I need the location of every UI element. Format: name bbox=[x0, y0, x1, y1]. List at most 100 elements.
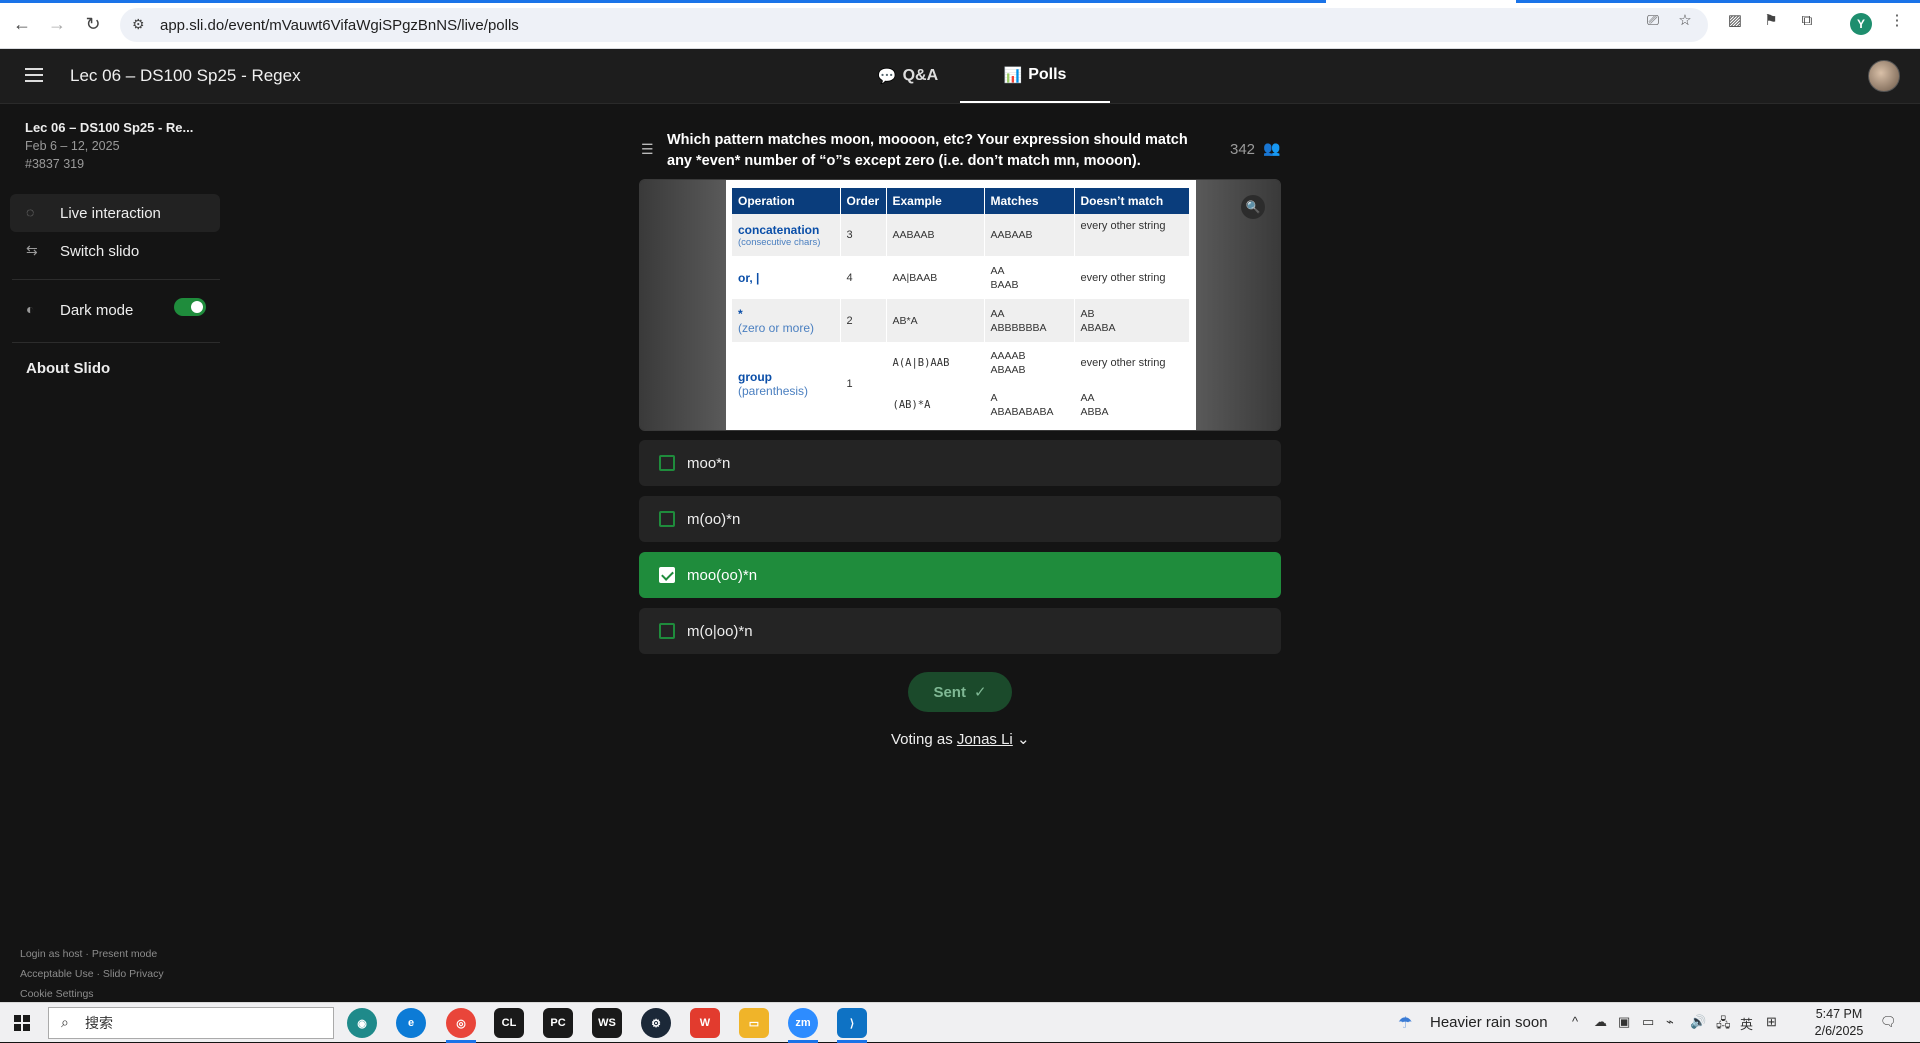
checkbox-checked[interactable] bbox=[659, 567, 675, 583]
edge-browser-icon[interactable]: e bbox=[396, 1008, 426, 1038]
voter-count: 342 bbox=[1230, 141, 1256, 158]
about-slido-link[interactable]: About Slido bbox=[26, 360, 110, 377]
system-clock[interactable]: 5:47 PM 2/6/2025 bbox=[1804, 1006, 1874, 1040]
sidebar-item-live-interaction[interactable]: ◌ Live interaction bbox=[10, 194, 220, 232]
table-row: concatenation (consecutive chars) 3 AABAA… bbox=[732, 214, 1190, 256]
wps-icon[interactable]: W bbox=[690, 1008, 720, 1038]
user-avatar[interactable] bbox=[1868, 60, 1900, 92]
profile-avatar[interactable]: Y bbox=[1850, 13, 1872, 35]
footer-line-1: Login as host · Present mode bbox=[20, 948, 158, 960]
question-image[interactable]: Operation Order Example Matches Doesn’t … bbox=[639, 179, 1281, 431]
flag-extension-icon[interactable]: ⚑ bbox=[1760, 9, 1782, 31]
tray-chevron-icon[interactable]: ^ bbox=[1572, 1014, 1578, 1029]
bookmark-star-icon[interactable]: ☆ bbox=[1674, 9, 1696, 31]
table-row: group (parenthesis) 1 A(A|B)AAB AAAAB ABAA… bbox=[732, 342, 1190, 426]
app-header: Lec 06 – DS100 Sp25 - Regex 💬 Q&A 📊 Poll… bbox=[0, 49, 1920, 104]
onedrive-icon[interactable]: ☁ bbox=[1594, 1014, 1607, 1030]
dark-mode-toggle[interactable] bbox=[174, 298, 206, 316]
image-backdrop-right bbox=[1194, 180, 1280, 430]
file-explorer-icon[interactable]: ▭ bbox=[739, 1008, 769, 1038]
volume-icon[interactable]: 🔊 bbox=[1690, 1014, 1706, 1030]
extension-icon[interactable]: ▨ bbox=[1724, 9, 1746, 31]
poll-list-icon[interactable]: ☰ bbox=[641, 141, 655, 157]
zoom-magnifier-icon[interactable]: 🔍 bbox=[1241, 195, 1265, 219]
people-icon: 👥 bbox=[1263, 140, 1281, 156]
weather-text[interactable]: Heavier rain soon bbox=[1430, 1014, 1548, 1031]
regex-operations-table: Operation Order Example Matches Doesn’t … bbox=[726, 180, 1196, 430]
checkbox[interactable] bbox=[659, 623, 675, 639]
app-icon-1[interactable]: ◉ bbox=[347, 1008, 377, 1038]
steam-icon[interactable]: ⚙ bbox=[641, 1008, 671, 1038]
windows-start-icon[interactable] bbox=[14, 1015, 30, 1031]
checkmark-icon: ✓ bbox=[973, 684, 987, 701]
battery-icon[interactable]: ▭ bbox=[1642, 1014, 1654, 1030]
dark-mode-icon: ◐ bbox=[26, 301, 35, 317]
login-host-link[interactable]: Login as host bbox=[20, 948, 82, 960]
voting-as[interactable]: Voting as Jonas Li ⌄ bbox=[891, 730, 1030, 748]
loading-bar bbox=[0, 0, 1326, 3]
windows-taskbar: ⌕ 搜索 ◉ e ◎ CL PC WS ⚙ W ▭ zm ⟩ ☂ Heavier… bbox=[0, 1002, 1920, 1043]
divider bbox=[12, 342, 220, 343]
menu-dots-icon[interactable]: ⋮ bbox=[1886, 9, 1908, 31]
sidebar: Lec 06 – DS100 Sp25 - Re... Feb 6 – 12, … bbox=[0, 104, 222, 1002]
acceptable-use-link[interactable]: Acceptable Use bbox=[20, 968, 94, 980]
speech-bubbles-icon: ◌ bbox=[26, 204, 35, 220]
browser-toolbar: ← → ↻ ⚙ app.sli.do/event/mVauwt6VifaWgiS… bbox=[0, 0, 1920, 49]
column-header: Operation bbox=[732, 188, 841, 214]
privacy-link[interactable]: Slido Privacy bbox=[103, 968, 164, 980]
event-title: Lec 06 – DS100 Sp25 - Regex bbox=[70, 66, 301, 85]
swap-arrows-icon: ⇆ bbox=[26, 242, 38, 258]
hamburger-menu-icon[interactable] bbox=[25, 68, 43, 82]
reload-icon[interactable]: ↻ bbox=[81, 12, 105, 36]
sent-button[interactable]: Sent ✓ bbox=[908, 672, 1012, 712]
webstorm-icon[interactable]: WS bbox=[592, 1008, 622, 1038]
checkbox[interactable] bbox=[659, 511, 675, 527]
tab-qa[interactable]: 💬 Q&A bbox=[848, 49, 968, 103]
table-row: or, | 4 AA|BAAB AA BAAB every other strin… bbox=[732, 256, 1190, 299]
sidebar-event-name: Lec 06 – DS100 Sp25 - Re... bbox=[25, 120, 194, 135]
sidebar-item-dark-mode[interactable]: ◐ Dark mode bbox=[10, 291, 220, 329]
clion-icon[interactable]: CL bbox=[494, 1008, 524, 1038]
install-app-icon[interactable]: ⎚ bbox=[1642, 9, 1664, 31]
table-row: * (zero or more) 2 AB*A AA ABBBBBBA AB ABAB… bbox=[732, 299, 1190, 342]
image-backdrop-left bbox=[640, 180, 726, 430]
checkbox[interactable] bbox=[659, 455, 675, 471]
chrome-icon[interactable]: ◎ bbox=[446, 1008, 476, 1038]
tray-app-icon[interactable]: ▣ bbox=[1618, 1014, 1630, 1030]
event-dates: Feb 6 – 12, 2025 bbox=[25, 139, 120, 153]
column-header: Example bbox=[886, 188, 985, 214]
table-header-row: Operation Order Example Matches Doesn’t … bbox=[732, 188, 1190, 214]
bar-chart-icon: 📊 bbox=[1003, 67, 1023, 84]
speech-bubble-icon: 💬 bbox=[877, 68, 897, 85]
cookie-settings-link[interactable]: Cookie Settings bbox=[20, 988, 94, 1000]
search-icon: ⌕ bbox=[61, 1014, 69, 1030]
weather-rain-icon: ☂ bbox=[1398, 1015, 1413, 1032]
poll-question: Which pattern matches moon, moooon, etc?… bbox=[667, 132, 1188, 169]
notifications-icon[interactable]: 🗨 bbox=[1880, 1014, 1897, 1030]
poll-option-2[interactable]: m(oo)*n bbox=[639, 496, 1281, 542]
pycharm-icon[interactable]: PC bbox=[543, 1008, 573, 1038]
back-arrow-icon[interactable]: ← bbox=[10, 12, 34, 36]
voter-name[interactable]: Jonas Li bbox=[957, 731, 1013, 748]
column-header: Doesn’t match bbox=[1074, 188, 1190, 214]
taskbar-search[interactable]: ⌕ 搜索 bbox=[48, 1007, 334, 1039]
poll-option-3[interactable]: moo(oo)*n bbox=[639, 552, 1281, 598]
site-settings-icon[interactable]: ⚙ bbox=[132, 16, 145, 33]
present-mode-link[interactable]: Present mode bbox=[92, 948, 157, 960]
url-text: app.sli.do/event/mVauwt6VifaWgiSPgzBnNS/… bbox=[160, 16, 519, 34]
forward-arrow-icon[interactable]: → bbox=[45, 12, 69, 36]
poll-option-4[interactable]: m(o|oo)*n bbox=[639, 608, 1281, 654]
extensions-puzzle-icon[interactable]: ⧉ bbox=[1796, 9, 1818, 31]
ime-indicator[interactable]: 英 bbox=[1740, 1014, 1753, 1033]
network-icon[interactable]: 🖧 bbox=[1716, 1014, 1731, 1036]
tab-polls[interactable]: 📊 Polls bbox=[960, 49, 1110, 103]
poll-option-1[interactable]: moo*n bbox=[639, 440, 1281, 486]
zoom-icon[interactable]: zm bbox=[788, 1008, 818, 1038]
sidebar-item-switch-slido[interactable]: ⇆ Switch slido bbox=[10, 232, 220, 270]
vscode-icon[interactable]: ⟩ bbox=[837, 1008, 867, 1038]
address-bar[interactable]: ⚙ app.sli.do/event/mVauwt6VifaWgiSPgzBnN… bbox=[120, 8, 1708, 42]
footer-line-2: Acceptable Use · Slido Privacy bbox=[20, 968, 164, 980]
keyboard-layout-icon[interactable]: ⊞ bbox=[1766, 1014, 1777, 1030]
usb-icon[interactable]: ⌁ bbox=[1666, 1014, 1674, 1030]
chevron-down-icon: ⌄ bbox=[1016, 731, 1030, 748]
